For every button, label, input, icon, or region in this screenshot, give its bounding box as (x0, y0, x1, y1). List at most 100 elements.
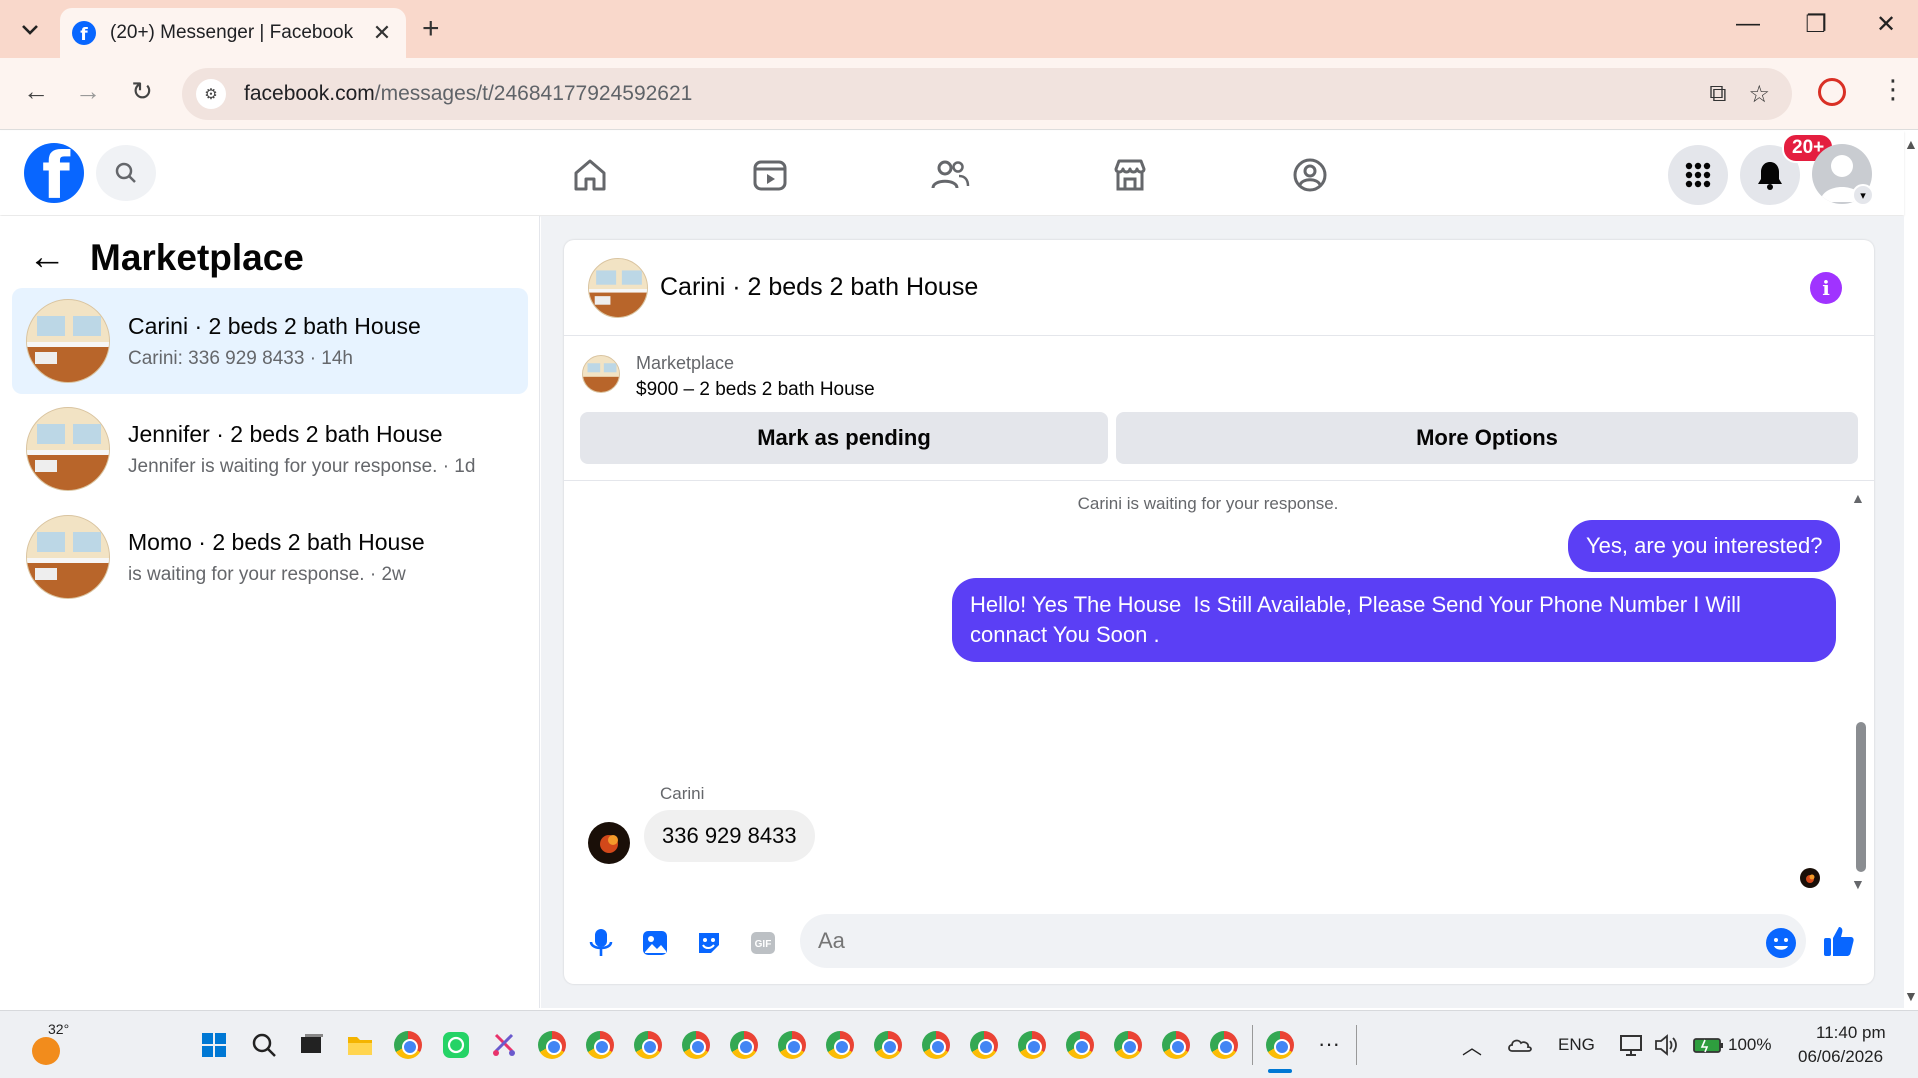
facebook-header: f (0, 131, 1904, 215)
conversation-item-carini[interactable]: Carini · 2 beds 2 bath House Carini: 336… (12, 288, 528, 394)
chrome-window-icon[interactable] (970, 1031, 998, 1059)
gif-button[interactable]: GIF (746, 926, 780, 960)
back-arrow-icon[interactable]: ← (28, 236, 66, 279)
listing-thumbnail (26, 515, 110, 599)
conversation-sidebar: ← Marketplace Carini · 2 beds 2 bath Hou… (0, 216, 540, 1008)
windows-start-icon[interactable] (200, 1031, 228, 1059)
back-button[interactable]: ← (18, 76, 54, 107)
taskbar-search-icon[interactable] (250, 1031, 278, 1059)
chrome-window-icon[interactable] (874, 1031, 902, 1059)
tray-chevron-up-icon[interactable]: ︿ (1462, 1031, 1482, 1060)
battery-icon[interactable] (1692, 1031, 1724, 1059)
more-apps-icon[interactable]: ··· (1318, 1031, 1340, 1057)
onedrive-cloud-icon[interactable] (1506, 1031, 1534, 1059)
browser-profile-icon[interactable] (1818, 78, 1846, 106)
message-bubble-outgoing[interactable]: Hello! Yes The House Is Still Available,… (952, 578, 1836, 662)
sticker-button[interactable] (692, 926, 726, 960)
chat-scrollbar[interactable] (1856, 722, 1866, 872)
more-options-button[interactable]: More Options (1116, 412, 1858, 464)
chrome-window-icon[interactable] (682, 1031, 710, 1059)
grid-icon (1685, 162, 1711, 188)
address-bar[interactable]: ⚙ facebook.com/messages/t/24684177924592… (182, 68, 1792, 120)
gaming-icon[interactable] (1290, 155, 1330, 195)
marketplace-icon[interactable] (1110, 155, 1150, 195)
chrome-window-icon[interactable] (586, 1031, 614, 1059)
menu-grid-button[interactable] (1668, 145, 1728, 205)
conversation-item-jennifer[interactable]: Jennifer · 2 beds 2 bath House Jennifer … (12, 396, 528, 502)
attach-photo-button[interactable] (638, 926, 672, 960)
voice-clip-button[interactable] (584, 926, 618, 960)
info-icon[interactable]: i (1810, 272, 1842, 304)
video-icon[interactable] (750, 155, 790, 195)
volume-icon[interactable] (1652, 1031, 1680, 1059)
scroll-down-arrow-icon[interactable]: ▼ (1851, 876, 1865, 892)
page-scroll-down-icon[interactable]: ▼ (1904, 988, 1918, 1004)
friends-icon[interactable] (930, 155, 970, 195)
url-text[interactable]: facebook.com/messages/t/2468417792459262… (244, 82, 1709, 106)
chrome-window-icon[interactable] (538, 1031, 566, 1059)
chrome-window-icon[interactable] (1210, 1031, 1238, 1059)
restore-button[interactable]: ❐ (1796, 10, 1836, 39)
gif-icon: GIF (751, 932, 775, 954)
account-chevron-icon[interactable]: ▾ (1852, 184, 1874, 206)
like-button[interactable] (1820, 922, 1858, 960)
close-window-button[interactable]: ✕ (1866, 10, 1906, 39)
chrome-window-icon[interactable] (826, 1031, 854, 1059)
install-app-icon[interactable]: ⧉ (1709, 80, 1726, 108)
conversation-item-momo[interactable]: Momo · 2 beds 2 bath House is waiting fo… (12, 504, 528, 610)
home-icon[interactable] (570, 155, 610, 195)
message-bubble-outgoing[interactable]: Yes, are you interested? (1568, 520, 1841, 572)
minimize-button[interactable]: — (1728, 10, 1768, 38)
chrome-app-icon[interactable] (394, 1031, 422, 1059)
sender-avatar[interactable] (588, 822, 630, 864)
chrome-window-icon[interactable] (730, 1031, 758, 1059)
conversation-name: Momo · 2 beds 2 bath House (128, 528, 425, 555)
bookmark-star-icon[interactable]: ☆ (1748, 80, 1770, 109)
chrome-window-icon[interactable] (1018, 1031, 1046, 1059)
page-scroll-up-icon[interactable]: ▲ (1904, 136, 1918, 152)
tab-close-icon[interactable]: ✕ (370, 20, 394, 46)
task-view-icon[interactable] (298, 1031, 326, 1059)
file-explorer-icon[interactable] (346, 1031, 374, 1059)
svg-text:GIF: GIF (755, 939, 772, 950)
message-bubble-incoming[interactable]: 336 929 8433 (644, 810, 815, 862)
chrome-window-icon[interactable] (1066, 1031, 1094, 1059)
chrome-window-icon[interactable] (634, 1031, 662, 1059)
scroll-up-arrow-icon[interactable]: ▲ (1851, 490, 1865, 506)
taskbar-divider (1356, 1025, 1357, 1065)
emoji-button[interactable] (1766, 928, 1796, 958)
weather-sun-icon (32, 1037, 60, 1065)
search-button[interactable] (96, 145, 156, 201)
snipping-tool-icon[interactable] (490, 1031, 518, 1059)
weather-temperature: 32° (48, 1021, 70, 1037)
chrome-window-icon[interactable] (1162, 1031, 1190, 1059)
message-input[interactable] (800, 914, 1806, 968)
language-indicator[interactable]: ENG (1558, 1035, 1595, 1055)
forward-button[interactable]: → (70, 76, 106, 107)
chat-listing-thumbnail[interactable] (588, 257, 648, 318)
browser-menu-icon[interactable]: ⋮ (1880, 74, 1906, 105)
new-tab-button[interactable]: + (422, 12, 440, 46)
sender-name: Carini (660, 784, 705, 803)
photo-icon (643, 931, 667, 955)
chrome-window-icon[interactable] (778, 1031, 806, 1059)
clock-time[interactable]: 11:40 pm (1816, 1023, 1886, 1043)
browser-tab-messenger[interactable]: f (20+) Messenger | Facebook ✕ (60, 8, 406, 58)
tab-search-button[interactable] (12, 14, 48, 46)
taskbar-divider (1252, 1025, 1253, 1065)
mark-as-pending-button[interactable]: Mark as pending (580, 412, 1108, 464)
whatsapp-icon[interactable] (442, 1031, 470, 1059)
weather-widget[interactable]: 32° (28, 1021, 70, 1065)
listing-price-title[interactable]: $900 – 2 beds 2 bath House (636, 379, 875, 401)
network-icon[interactable] (1618, 1031, 1646, 1059)
facebook-logo-icon[interactable]: f (24, 143, 84, 203)
active-window-indicator (1268, 1069, 1292, 1073)
reload-button[interactable]: ↻ (124, 76, 160, 107)
site-settings-icon[interactable]: ⚙ (196, 79, 226, 109)
clock-date[interactable]: 06/06/2026 (1798, 1047, 1883, 1067)
chat-title[interactable]: Carini · 2 beds 2 bath House (660, 273, 978, 302)
thumbs-up-icon (1824, 927, 1854, 956)
chrome-window-icon[interactable] (1114, 1031, 1142, 1059)
chrome-active-window-icon[interactable] (1266, 1031, 1294, 1059)
chrome-window-icon[interactable] (922, 1031, 950, 1059)
